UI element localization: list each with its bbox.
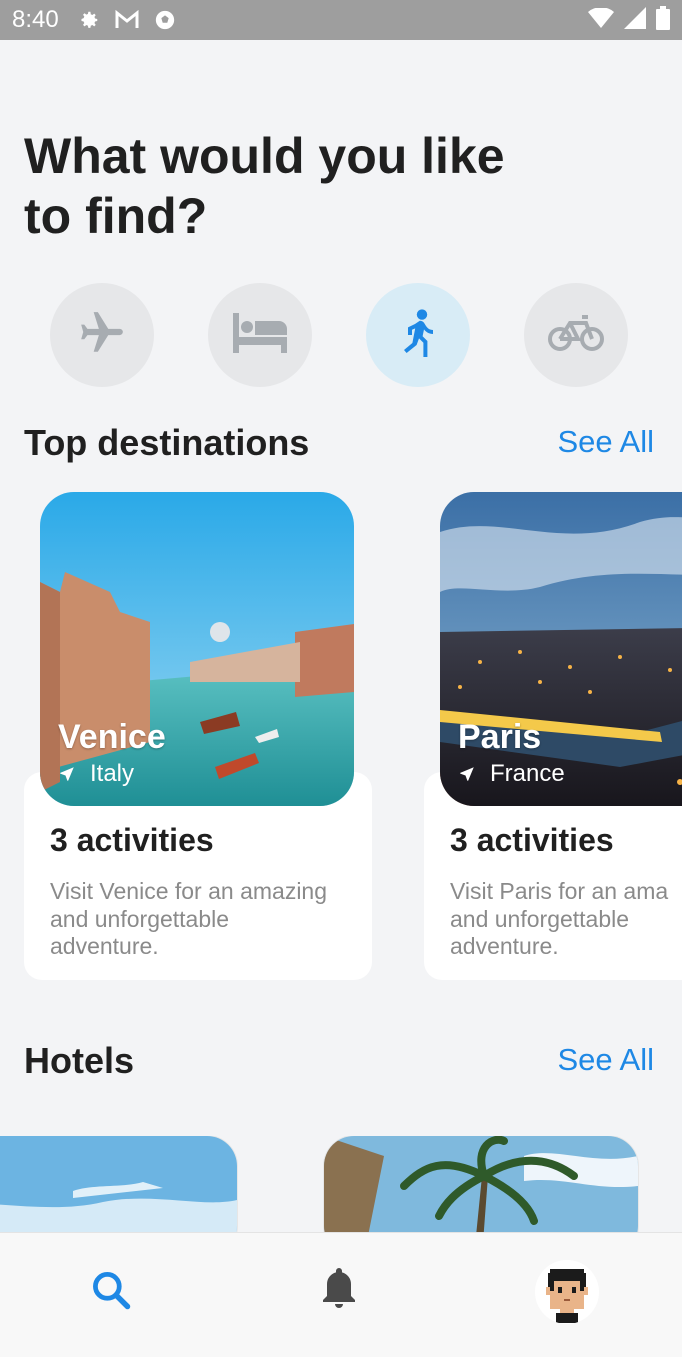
- destination-country: France: [458, 760, 565, 788]
- destination-photo-venice: Venice Italy: [40, 492, 354, 806]
- soccer-ball-icon: [153, 8, 177, 32]
- hotel-card[interactable]: [324, 1136, 638, 1232]
- bell-icon: [319, 1267, 359, 1317]
- category-activities-button[interactable]: [366, 283, 470, 387]
- nav-profile-button[interactable]: [532, 1257, 602, 1327]
- hotel-photo: [0, 1136, 237, 1232]
- category-hotels-button[interactable]: [208, 283, 312, 387]
- bicycle-icon: [548, 313, 604, 358]
- walking-person-icon: [398, 308, 438, 362]
- destination-country-label: Italy: [90, 760, 135, 787]
- destination-description-line: adventure.: [450, 933, 559, 959]
- top-destinations-header: Top destinations See All: [24, 422, 654, 466]
- destination-country-label: France: [490, 760, 565, 787]
- destination-description-line: Visit Paris for an ama: [450, 878, 669, 904]
- location-arrow-icon: [60, 767, 74, 781]
- destination-description: Visit Venice for an amazing and unforget…: [50, 878, 360, 961]
- destination-country: Italy: [58, 760, 134, 788]
- destination-description: Visit Paris for an ama and unforgettable…: [450, 878, 682, 961]
- status-bar: 8:40: [0, 0, 682, 40]
- destination-description-line: Visit Venice for an amazing: [50, 878, 328, 904]
- nav-search-button[interactable]: [76, 1257, 146, 1327]
- hotels-header: Hotels See All: [24, 1040, 654, 1084]
- status-time: 8:40: [12, 6, 59, 33]
- destination-city: Paris: [458, 718, 542, 756]
- airplane-icon: [77, 308, 127, 363]
- section-title-hotels: Hotels: [24, 1040, 135, 1081]
- gmail-icon: [115, 8, 139, 32]
- avatar: [535, 1260, 599, 1324]
- bed-icon: [233, 312, 287, 358]
- destination-description-line: and unforgettable: [450, 905, 630, 932]
- wifi-icon: [588, 6, 614, 33]
- hotel-carousel[interactable]: [0, 1136, 682, 1232]
- destination-activities-count: 3 activities: [450, 822, 614, 858]
- battery-icon: [656, 5, 670, 35]
- location-arrow-icon: [460, 767, 474, 781]
- destination-description-line: and unforgettable: [50, 905, 230, 932]
- settings-icon: [77, 8, 101, 32]
- destination-card[interactable]: Paris France 3 activities Visit Paris fo…: [424, 492, 682, 980]
- nav-notifications-button[interactable]: [304, 1257, 374, 1327]
- category-flights-button[interactable]: [50, 283, 154, 387]
- category-selector: [50, 283, 630, 387]
- category-bikes-button[interactable]: [524, 283, 628, 387]
- signal-icon: [624, 6, 646, 34]
- destination-photo-paris: Paris France: [440, 492, 682, 806]
- hotel-photo: [324, 1136, 638, 1232]
- destination-description-line: adventure.: [50, 933, 159, 959]
- destination-card[interactable]: Venice Italy 3 activities Visit Venice f…: [24, 492, 372, 980]
- see-all-hotels-link[interactable]: See All: [557, 1042, 654, 1078]
- destination-carousel[interactable]: Venice Italy 3 activities Visit Venice f…: [0, 492, 682, 982]
- hotel-card[interactable]: [0, 1136, 237, 1232]
- destination-city: Venice: [58, 718, 166, 756]
- search-icon: [89, 1268, 133, 1317]
- section-title-top-destinations: Top destinations: [24, 422, 310, 463]
- page-title: What would you like to find?: [24, 128, 505, 244]
- see-all-destinations-link[interactable]: See All: [557, 424, 654, 460]
- bottom-navigation: [0, 1232, 682, 1357]
- destination-activities-count: 3 activities: [50, 822, 214, 858]
